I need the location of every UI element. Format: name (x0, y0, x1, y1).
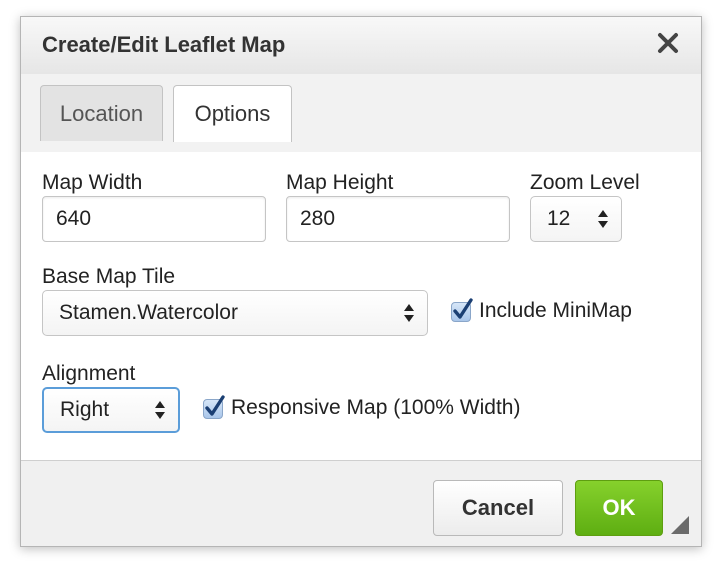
zoom-level-select[interactable]: 12 (530, 196, 622, 242)
dialog-titlebar[interactable]: Create/Edit Leaflet Map (21, 17, 701, 75)
up-down-arrows-icon (154, 400, 166, 420)
checkmark-icon (205, 395, 225, 416)
responsive-map-label: Responsive Map (100% Width) (231, 396, 521, 419)
ok-button[interactable]: OK (575, 480, 663, 536)
dialog-title: Create/Edit Leaflet Map (42, 32, 286, 57)
base-map-tile-select[interactable]: Stamen.Watercolor (42, 290, 428, 336)
close-icon[interactable] (653, 28, 683, 58)
base-map-tile-value: Stamen.Watercolor (59, 301, 238, 324)
up-down-arrows-icon (597, 209, 609, 229)
alignment-label: Alignment (42, 362, 136, 385)
responsive-map-checkbox[interactable] (203, 395, 225, 419)
include-minimap-checkbox[interactable] (451, 298, 473, 322)
include-minimap-label: Include MiniMap (479, 299, 632, 322)
tab-location[interactable]: Location (40, 85, 163, 141)
map-width-value: 640 (56, 207, 92, 230)
map-height-value: 280 (300, 207, 336, 230)
leaflet-map-dialog: Create/Edit Leaflet Map Location Options… (20, 16, 702, 547)
zoom-level-label: Zoom Level (530, 171, 640, 194)
map-width-input[interactable]: 640 (42, 196, 266, 242)
alignment-value: Right (60, 398, 110, 421)
map-height-input[interactable]: 280 (286, 196, 510, 242)
up-down-arrows-icon (403, 303, 415, 323)
options-panel: Map Width 640 Map Height 280 Zoom Level … (21, 152, 701, 461)
tab-strip: Location Options (21, 74, 701, 153)
dialog-footer: Cancel OK (21, 460, 701, 546)
checkmark-icon (453, 298, 473, 319)
alignment-select[interactable]: Right (42, 387, 180, 433)
map-height-label: Map Height (286, 171, 394, 194)
resize-grip-icon[interactable] (671, 516, 689, 534)
map-width-label: Map Width (42, 171, 143, 194)
tab-options[interactable]: Options (173, 85, 292, 142)
base-map-tile-label: Base Map Tile (42, 265, 176, 288)
zoom-level-value: 12 (547, 207, 571, 230)
cancel-button[interactable]: Cancel (433, 480, 563, 536)
